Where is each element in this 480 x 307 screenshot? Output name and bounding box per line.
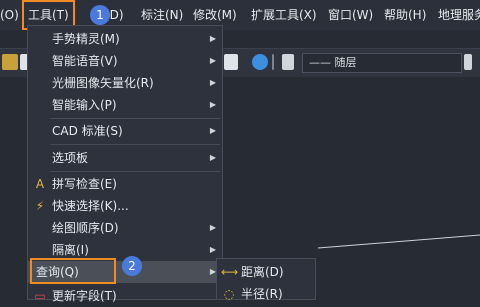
help-icon[interactable] [252, 54, 268, 70]
menu-item-label: 智能语音(V) [52, 54, 118, 68]
menu-item-label: 更新字段(T) [52, 289, 117, 303]
menubar-item-partial[interactable]: (O) [0, 0, 19, 30]
submenu-item-distance[interactable]: ⟷ 距离(D) [217, 261, 315, 283]
menu-item-label: 手势精灵(M) [52, 32, 120, 46]
menu-item-spellcheck[interactable]: A 拼写检查(E) [28, 173, 222, 195]
submenu-arrow-icon: ▶ [209, 100, 216, 109]
layer-state-icon[interactable] [282, 54, 294, 70]
menu-item-label: 快速选择(K)... [52, 199, 129, 213]
submenu-arrow-icon: ▶ [209, 153, 216, 162]
menu-item-voice[interactable]: 智能语音(V) ▶ [28, 50, 222, 72]
submenu-arrow-icon: ▶ [209, 126, 216, 135]
menubar-item-window[interactable]: 窗口(W) [328, 0, 373, 30]
submenu-arrow-icon: ▶ [209, 78, 216, 87]
menu-item-gesture[interactable]: 手势精灵(M) ▶ [28, 28, 222, 50]
menu-item-palettes[interactable]: 选项板 ▶ [28, 147, 222, 169]
linetype-dropdown[interactable]: —— 随层 [302, 53, 462, 73]
menu-item-smart-input[interactable]: 智能输入(P) ▶ [28, 94, 222, 116]
distance-icon: ⟷ [221, 265, 239, 279]
toolbar-folder-icon[interactable] [2, 54, 18, 70]
step-badge-1: 1 [90, 5, 110, 25]
toolbar-divider [272, 54, 274, 70]
update-field-icon: ▭ [34, 289, 46, 303]
linetype-value: —— 随层 [309, 56, 357, 69]
menubar-item-help[interactable]: 帮助(H) [384, 0, 426, 30]
step-badge-2: 2 [122, 256, 142, 276]
toolbar-end-icon[interactable] [464, 54, 472, 70]
menu-item-label: 光栅图像矢量化(R) [52, 76, 154, 90]
menu-item-update-field[interactable]: ▭ 更新字段(T) [28, 285, 222, 307]
submenu-arrow-icon: ▶ [209, 223, 216, 232]
menu-item-draw-order[interactable]: 绘图顺序(D) ▶ [28, 217, 222, 239]
menu-item-label: 智能输入(P) [52, 98, 117, 112]
menu-item-label: 绘图顺序(D) [52, 221, 119, 235]
spellcheck-icon: A [35, 177, 45, 191]
menu-item-cad-standard[interactable]: CAD 标准(S) ▶ [28, 120, 222, 142]
menu-item-label: CAD 标准(S) [52, 124, 123, 138]
menu-separator [50, 144, 220, 145]
submenu-item-label: 半径(R) [241, 287, 283, 301]
quick-select-icon: ⚡ [35, 199, 45, 213]
menu-separator [50, 171, 220, 172]
menu-separator [50, 118, 220, 119]
menu-item-quick-select[interactable]: ⚡ 快速选择(K)... [28, 195, 222, 217]
query-highlight-border [30, 258, 116, 284]
submenu-arrow-icon: ▶ [209, 56, 216, 65]
submenu-item-radius[interactable]: ◌ 半径(R) [217, 283, 315, 305]
submenu-item-label: 距离(D) [241, 265, 284, 279]
menubar-item-geo[interactable]: 地理服务 [438, 0, 480, 30]
menubar-item-ext-tools[interactable]: 扩展工具(X) [251, 0, 317, 30]
submenu-arrow-icon: ▶ [209, 34, 216, 43]
menu-item-raster-vectorize[interactable]: 光栅图像矢量化(R) ▶ [28, 72, 222, 94]
menu-item-label: 选项板 [52, 151, 89, 165]
toolbar-tag-icon[interactable] [224, 54, 238, 70]
query-submenu: ⟷ 距离(D) ◌ 半径(R) [216, 258, 316, 301]
menu-item-label: 拼写检查(E) [52, 177, 117, 191]
